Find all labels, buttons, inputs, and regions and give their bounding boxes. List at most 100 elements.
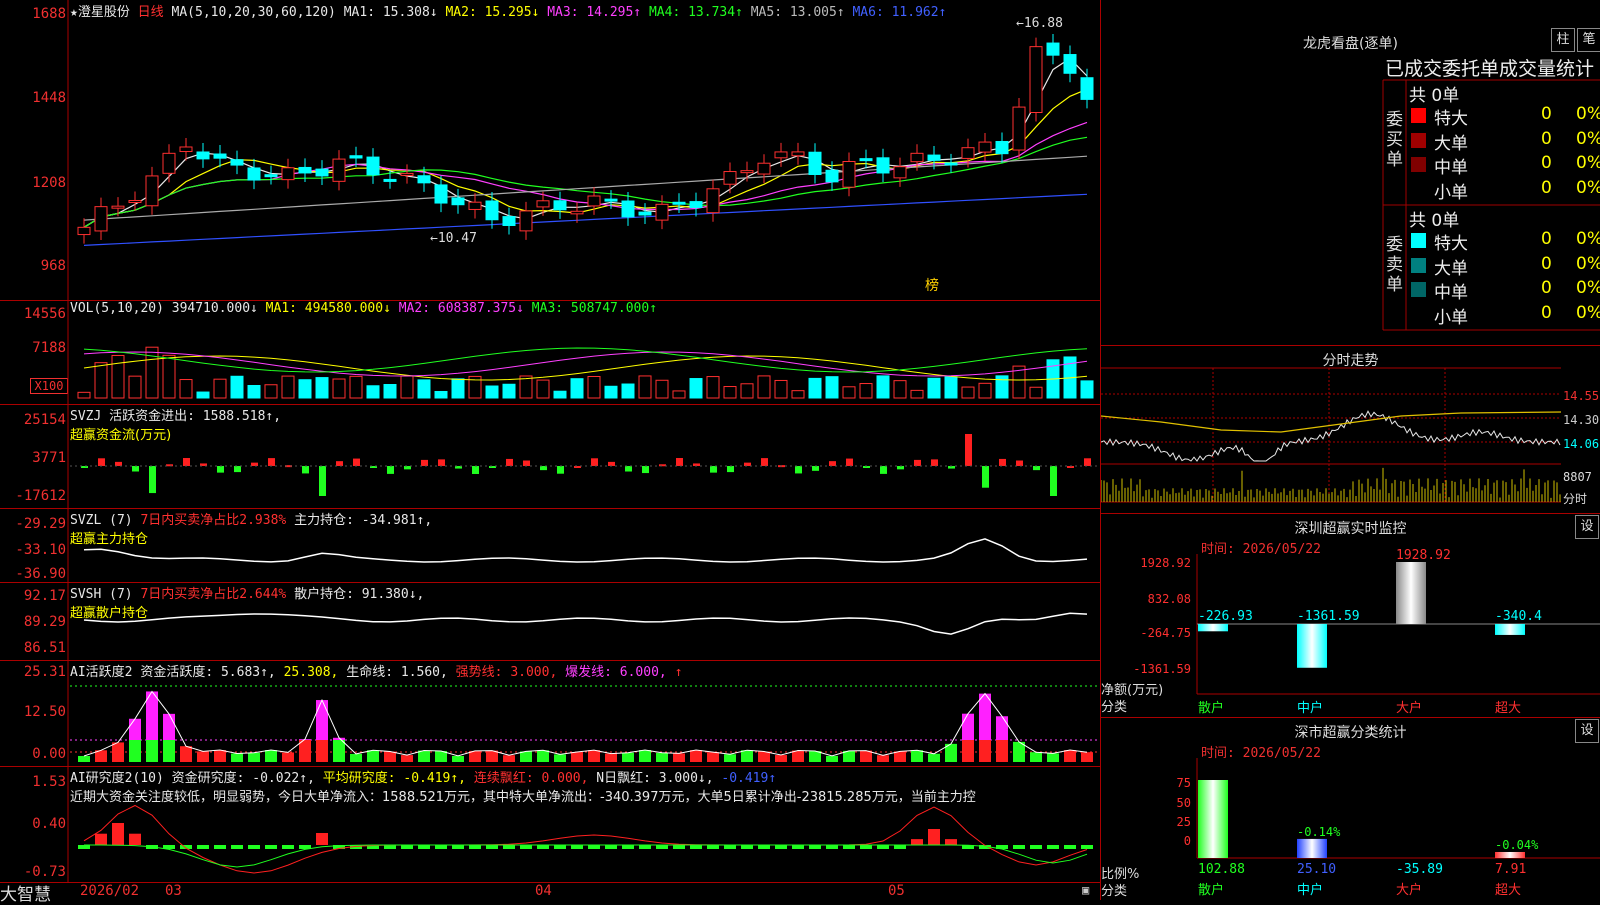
ai-research-bar [707,845,719,849]
svzj-bar [438,459,445,466]
ai-research-bar [486,845,498,849]
svzj-bar [812,466,819,471]
ai-research-bar [112,823,124,845]
vol-bar [485,385,499,399]
order-value-1: 0 [1541,128,1552,149]
candle-body [1029,46,1043,114]
ma-line-6 [83,193,1088,246]
sz-class-panel[interactable]: 深市超赢分类统计 设 时间: 2026/05/22 比例% 分类 75 50 25 0… [1101,717,1600,901]
svzj-bar [234,466,241,473]
ai-research-bar [877,845,889,849]
candle-body [876,157,890,174]
ai-active-bar [350,753,362,762]
dragon-grid [1382,79,1600,331]
candle-body [468,201,482,210]
candle-body [485,200,499,221]
x-label-may: 05 [888,883,905,899]
svzj-bar [98,458,105,466]
ai-active-bar [112,742,124,762]
order-type-0: 特大 [1434,234,1468,254]
candle-body [94,206,108,232]
ai-research-bar [622,845,634,849]
app-logo: 大智慧 [0,885,51,905]
vol-bar [230,375,244,399]
svzj-bar [132,466,139,472]
order-value-3: 0 [1541,177,1552,198]
vol-bar [179,379,193,399]
ai-active-bar [180,746,192,762]
vol-bar [366,385,380,399]
legend-swatch [1411,257,1426,273]
order-value-0: 0 [1541,104,1552,124]
ai-active-bar-top [979,693,991,740]
ai-active-bar [962,740,974,762]
candle-body [179,146,193,153]
svzj-bar [795,466,802,474]
svzj-bar [1033,466,1040,471]
ai-active-bar [588,750,600,762]
ai-active-bar [724,754,736,762]
vol-bar [332,378,346,399]
candle-body [383,178,397,182]
candle-body [264,174,278,178]
order-pct-1: 0% [1576,253,1600,274]
candle-body [1046,42,1060,56]
ai-research-bar [843,845,855,849]
intraday-panel[interactable]: 分时走势 14.55 14.30 14.06 8807 分时 [1101,345,1600,514]
ai-research-bar [1030,845,1042,849]
candle-body [774,151,788,159]
bang-label: 榜 [925,277,939,294]
vol-bar [553,390,567,399]
ai-research-bar [469,845,481,849]
sz-monitor-cat: 大户 [1396,700,1422,716]
candle-body [77,226,91,236]
ai-active-bar [367,750,379,762]
sz-monitor-bar [1495,624,1525,635]
candle-body [451,197,465,206]
vol-bar [621,383,635,399]
legend-swatch [1411,157,1426,172]
svzj-bar [421,459,428,466]
sz-class-bar [1495,851,1525,858]
candle-body [927,154,941,161]
vol-bar [842,386,856,399]
order-pct-0: 0% [1576,104,1600,124]
sz-monitor-panel[interactable]: 深圳超赢实时监控 设 时间: 2026/05/22 净额(万元) 分类 1928… [1101,513,1600,718]
sz-class-ytick: 0 [1184,834,1191,848]
ai-active-bar [537,750,549,762]
low-label: ←10.47 [430,231,477,246]
svzj-bar [115,461,122,466]
candle-body [944,162,958,166]
ai-active-bar [1081,752,1093,762]
candle-body [1012,106,1026,151]
ai-research-bar [656,845,668,849]
ai-active-bar [452,755,464,762]
sz-monitor-cat: 散户 [1198,700,1224,716]
candle-body [570,210,584,215]
lock-icon[interactable]: ▣ [1082,883,1089,897]
ai-active-bar [996,740,1008,762]
ai-research-bar [1013,845,1025,849]
ai-active-bar [707,752,719,762]
ai-research-bar [197,845,209,849]
ai-active-bar-top [163,713,175,740]
sz-class-value: 102.88 [1198,862,1245,877]
sz-class-pct: -0.14% [1297,825,1341,839]
ai-research-bar [775,845,787,849]
ai-active-bar [826,755,838,762]
candle-body [281,167,295,181]
sz-monitor-bar-label: -226.93 [1198,609,1253,624]
vol-bar [383,384,397,399]
vol-bar [723,386,737,399]
ai-research-bar [894,845,906,849]
ai-research-bar [792,845,804,849]
sz-monitor-ytick: -264.75 [1140,626,1191,640]
order-type-1: 大单 [1434,258,1468,279]
ai-active-bar [1064,750,1076,762]
vol-bar [808,377,822,399]
candle-body [655,203,669,221]
ai-research-bar [554,845,566,849]
sz-class-pct: -0.04% [1495,838,1539,852]
vol-bar [315,377,329,399]
sz-class-cat: 超大 [1495,883,1521,898]
